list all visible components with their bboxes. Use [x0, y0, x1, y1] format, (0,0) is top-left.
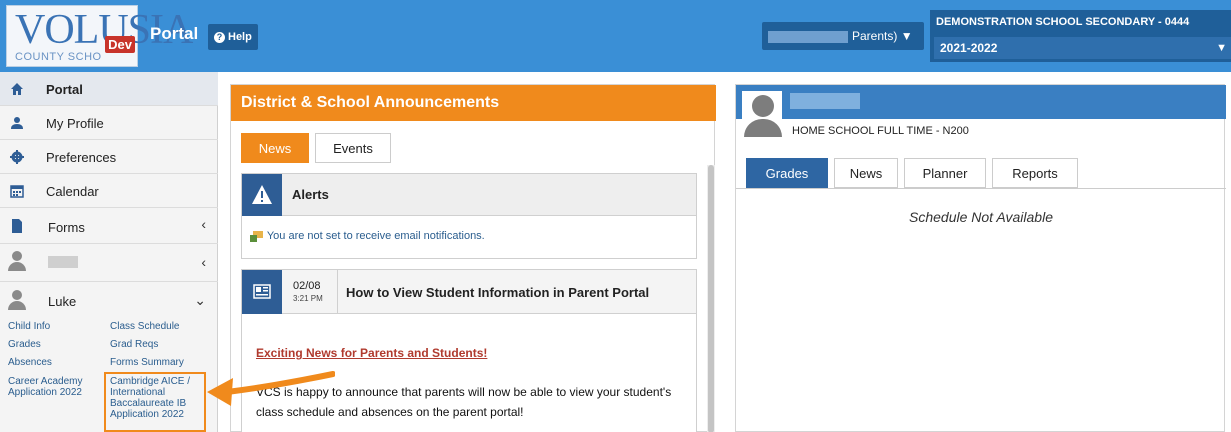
chevron-left-icon: ‹ — [201, 254, 206, 270]
news-header[interactable]: 02/08 3:21 PM How to View Student Inform… — [242, 270, 696, 314]
sidebar-item-label: Preferences — [46, 150, 117, 165]
sidebar-item-label: Forms — [48, 220, 85, 235]
sidebar-item-my-profile[interactable]: My Profile — [0, 106, 218, 140]
student-name-redacted — [48, 256, 78, 268]
user-select[interactable]: Parents) ▼ — [762, 22, 924, 50]
alerts-title: Alerts — [292, 187, 329, 202]
link-class-schedule[interactable]: Class Schedule — [110, 321, 179, 332]
tab-grades[interactable]: Grades — [746, 158, 828, 188]
home-icon — [11, 83, 23, 95]
alerts-message[interactable]: You are not set to receive email notific… — [250, 230, 485, 242]
news-link[interactable]: Exciting News for Parents and Students! — [256, 346, 487, 360]
alerts-message-text: You are not set to receive email notific… — [266, 230, 485, 242]
arrow-annotation — [207, 371, 335, 406]
sidebar-item-luke[interactable]: Luke ⌄ — [0, 282, 218, 320]
gear-icon — [10, 150, 24, 164]
student-panel: HOME SCHOOL FULL TIME - N200 Grades News… — [735, 84, 1226, 432]
warning-icon — [242, 174, 282, 216]
link-career-academy-line2[interactable]: Application 2022 — [8, 387, 82, 398]
news-date-day: 02/08 — [293, 280, 321, 292]
sidebar-item-forms[interactable]: Forms ‹ — [0, 208, 218, 244]
calendar-icon — [10, 185, 24, 198]
school-selector: DEMONSTRATION SCHOOL SECONDARY - 0444 20… — [930, 10, 1231, 62]
user-icon — [11, 117, 23, 129]
help-button[interactable]: ? Help — [208, 24, 258, 50]
user-role: Parents) — [852, 29, 898, 43]
school-year: 2021-2022 — [940, 41, 998, 55]
sidebar-item-preferences[interactable]: Preferences — [0, 140, 218, 174]
document-icon — [12, 219, 22, 233]
tab-planner[interactable]: Planner — [904, 158, 986, 188]
avatar — [8, 290, 26, 312]
chevron-left-icon: ‹ — [201, 216, 206, 232]
news-date: 02/08 3:21 PM — [286, 270, 338, 314]
link-grades[interactable]: Grades — [8, 339, 41, 350]
link-absences[interactable]: Absences — [8, 357, 52, 368]
sidebar-item-label: Calendar — [46, 184, 99, 199]
scrollbar-thumb[interactable] — [708, 165, 714, 432]
chevron-down-icon: ⌄ — [194, 292, 206, 308]
link-forms-summary[interactable]: Forms Summary — [110, 357, 184, 368]
sidebar-item-label: Portal — [46, 82, 83, 97]
student-name: Luke — [48, 294, 77, 309]
portal-title: Portal — [150, 24, 199, 43]
top-bar: VOLUSIA COUNTY SCHO Dev Portal ? Help Par… — [0, 0, 1231, 72]
help-icon: ? — [214, 32, 225, 43]
school-year-select[interactable]: 2021-2022 ▼ — [934, 37, 1231, 59]
email-settings-icon — [250, 230, 263, 242]
news-title: How to View Student Information in Paren… — [346, 285, 650, 300]
alerts-header: Alerts — [242, 174, 696, 216]
link-career-academy-line1[interactable]: Career Academy — [8, 376, 82, 387]
tab-reports[interactable]: Reports — [992, 158, 1078, 188]
logo-subtext: COUNTY SCHO — [15, 51, 102, 63]
help-label: Help — [228, 31, 252, 43]
newspaper-icon — [242, 270, 282, 314]
tab-events[interactable]: Events — [315, 133, 391, 163]
sidebar-item-calendar[interactable]: Calendar — [0, 174, 218, 208]
sidebar-item-portal[interactable]: Portal — [0, 72, 218, 106]
sidebar-item-label: My Profile — [46, 116, 104, 131]
school-name[interactable]: DEMONSTRATION SCHOOL SECONDARY - 0444 — [936, 16, 1189, 28]
student-school: HOME SCHOOL FULL TIME - N200 — [792, 125, 969, 137]
announcements-title: District & School Announcements — [231, 85, 716, 121]
tabs-divider — [736, 188, 1226, 189]
alerts-card: Alerts You are not set to receive email … — [241, 173, 697, 259]
highlight-box — [104, 372, 206, 432]
district-logo[interactable]: VOLUSIA COUNTY SCHO Dev — [6, 5, 193, 67]
user-name-redacted — [768, 30, 848, 43]
student-name-redacted — [790, 93, 860, 109]
tab-news[interactable]: News — [241, 133, 309, 163]
link-child-info[interactable]: Child Info — [8, 321, 50, 332]
year-caret-icon: ▼ — [1216, 42, 1227, 54]
student-avatar — [742, 91, 782, 137]
student-header — [736, 85, 1226, 119]
sidebar-item-other-student[interactable]: ‹ — [0, 244, 218, 282]
schedule-not-available: Schedule Not Available — [909, 209, 1053, 225]
dev-badge: Dev — [105, 36, 135, 53]
news-date-time: 3:21 PM — [293, 294, 323, 303]
user-caret-icon: ▼ — [900, 29, 913, 43]
tab-news[interactable]: News — [834, 158, 898, 188]
link-grad-reqs[interactable]: Grad Reqs — [110, 339, 158, 350]
avatar — [8, 251, 26, 273]
